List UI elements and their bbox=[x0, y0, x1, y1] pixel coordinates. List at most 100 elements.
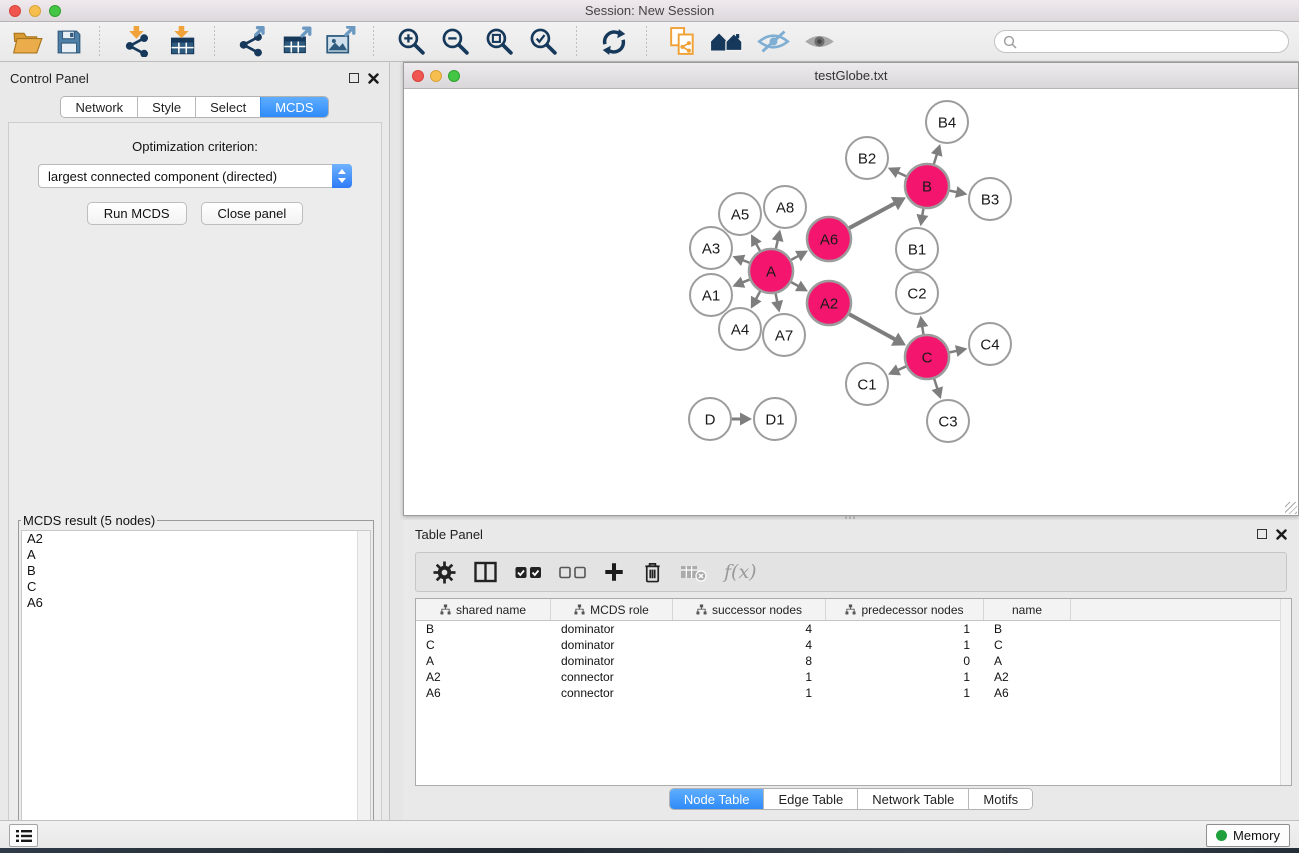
table-cell[interactable]: 0 bbox=[826, 654, 984, 668]
tab-motifs[interactable]: Motifs bbox=[968, 789, 1032, 809]
function-builder-icon[interactable]: f(x) bbox=[724, 561, 757, 583]
zoom-window-button[interactable] bbox=[49, 5, 61, 17]
delete-column-icon[interactable] bbox=[642, 561, 663, 584]
run-mcds-button[interactable]: Run MCDS bbox=[87, 202, 187, 225]
table-cell[interactable]: 8 bbox=[673, 654, 826, 668]
column-header-MCDS-role[interactable]: MCDS role bbox=[551, 599, 673, 620]
delete-table-icon[interactable] bbox=[680, 562, 707, 582]
graph-edge-A2-C[interactable] bbox=[849, 314, 896, 340]
table-cell[interactable]: connector bbox=[551, 686, 673, 700]
table-cell[interactable]: 1 bbox=[826, 638, 984, 652]
settings-gear-icon[interactable] bbox=[433, 561, 456, 584]
split-divider-grip[interactable] bbox=[845, 516, 855, 519]
window-resize-grip[interactable] bbox=[1285, 502, 1297, 514]
table-cell[interactable]: A bbox=[416, 654, 551, 668]
search-field[interactable] bbox=[994, 30, 1289, 53]
table-cell[interactable]: A6 bbox=[416, 686, 551, 700]
search-input[interactable] bbox=[1022, 34, 1280, 50]
table-cell[interactable]: C bbox=[984, 638, 1071, 652]
table-cell[interactable]: 1 bbox=[826, 686, 984, 700]
table-row[interactable]: A2connector11A2 bbox=[416, 669, 1291, 685]
minimize-window-button[interactable] bbox=[29, 5, 41, 17]
zoom-selected-icon[interactable] bbox=[528, 26, 559, 57]
close-window-button[interactable] bbox=[9, 5, 21, 17]
close-panel-button[interactable]: Close panel bbox=[201, 202, 304, 225]
table-row[interactable]: A6connector11A6 bbox=[416, 685, 1291, 701]
result-scrollbar[interactable] bbox=[357, 531, 370, 849]
mcds-result-list[interactable]: A2ABCA6 bbox=[21, 530, 371, 850]
close-panel-icon[interactable] bbox=[368, 73, 379, 84]
network-graph[interactable]: B4B2BB3A5A8A6B1A3AC2A1A2A4A7C4CC1DD1C3 bbox=[404, 90, 1298, 515]
tab-mcds[interactable]: MCDS bbox=[260, 97, 327, 117]
table-cell[interactable]: A6 bbox=[984, 686, 1071, 700]
table-cell[interactable]: dominator bbox=[551, 622, 673, 636]
column-header-shared-name[interactable]: shared name bbox=[416, 599, 551, 620]
table-cell[interactable]: 1 bbox=[826, 622, 984, 636]
mcds-result-item[interactable]: A2 bbox=[22, 531, 370, 547]
zoom-out-icon[interactable] bbox=[440, 26, 471, 57]
close-panel-icon[interactable] bbox=[1276, 529, 1287, 540]
refresh-icon[interactable] bbox=[599, 27, 629, 57]
save-session-icon[interactable] bbox=[56, 29, 82, 55]
open-session-icon[interactable] bbox=[13, 29, 43, 55]
mcds-result-item[interactable]: A bbox=[22, 547, 370, 563]
tab-edge-table[interactable]: Edge Table bbox=[763, 789, 857, 809]
table-cell[interactable]: connector bbox=[551, 670, 673, 684]
graph-edge-A6-B[interactable] bbox=[849, 203, 896, 228]
table-row[interactable]: Bdominator41B bbox=[416, 621, 1291, 637]
task-history-button[interactable] bbox=[9, 824, 38, 847]
table-cell[interactable]: A bbox=[984, 654, 1071, 668]
table-cell[interactable]: A2 bbox=[416, 670, 551, 684]
table-cell[interactable]: B bbox=[416, 622, 551, 636]
tab-select[interactable]: Select bbox=[195, 97, 260, 117]
table-cell[interactable]: dominator bbox=[551, 638, 673, 652]
column-header-name[interactable]: name bbox=[984, 599, 1071, 620]
show-all-icon[interactable] bbox=[803, 29, 836, 54]
select-all-icon[interactable] bbox=[515, 566, 542, 579]
mcds-result-item[interactable]: B bbox=[22, 563, 370, 579]
network-minimize-button[interactable] bbox=[430, 70, 442, 82]
network-window-titlebar[interactable]: testGlobe.txt bbox=[404, 63, 1298, 89]
table-cell[interactable]: 1 bbox=[826, 670, 984, 684]
deselect-all-icon[interactable] bbox=[559, 566, 586, 579]
table-cell[interactable]: 1 bbox=[673, 670, 826, 684]
duplicate-network-icon[interactable] bbox=[669, 26, 697, 57]
tab-style[interactable]: Style bbox=[137, 97, 195, 117]
network-canvas[interactable]: B4B2BB3A5A8A6B1A3AC2A1A2A4A7C4CC1DD1C3 bbox=[404, 90, 1298, 515]
table-scrollbar[interactable] bbox=[1280, 599, 1291, 785]
network-close-button[interactable] bbox=[412, 70, 424, 82]
mcds-result-item[interactable]: A6 bbox=[22, 595, 370, 611]
network-zoom-button[interactable] bbox=[448, 70, 460, 82]
zoom-in-icon[interactable] bbox=[396, 26, 427, 57]
mcds-result-item[interactable]: C bbox=[22, 579, 370, 595]
column-header-successor-nodes[interactable]: successor nodes bbox=[673, 599, 826, 620]
tab-network-table[interactable]: Network Table bbox=[857, 789, 968, 809]
table-cell[interactable]: dominator bbox=[551, 654, 673, 668]
export-image-icon[interactable] bbox=[325, 26, 356, 57]
table-cell[interactable]: B bbox=[984, 622, 1071, 636]
memory-button[interactable]: Memory bbox=[1206, 824, 1290, 847]
add-column-icon[interactable] bbox=[603, 561, 625, 583]
import-network-icon[interactable] bbox=[122, 26, 153, 57]
table-cell[interactable]: 4 bbox=[673, 622, 826, 636]
export-network-icon[interactable] bbox=[237, 26, 268, 57]
table-cell[interactable]: A2 bbox=[984, 670, 1071, 684]
zoom-fit-icon[interactable] bbox=[484, 26, 515, 57]
float-panel-icon[interactable] bbox=[349, 73, 359, 83]
criterion-dropdown[interactable]: largest connected component (directed) bbox=[38, 164, 352, 188]
tab-network[interactable]: Network bbox=[61, 97, 137, 117]
table-row[interactable]: Cdominator41C bbox=[416, 637, 1291, 653]
table-cell[interactable]: 4 bbox=[673, 638, 826, 652]
tab-node-table[interactable]: Node Table bbox=[670, 789, 764, 809]
node-table[interactable]: shared nameMCDS rolesuccessor nodesprede… bbox=[415, 598, 1292, 786]
hide-selected-icon[interactable] bbox=[757, 29, 790, 54]
table-row[interactable]: Adominator80A bbox=[416, 653, 1291, 669]
table-cell[interactable]: 1 bbox=[673, 686, 826, 700]
float-panel-icon[interactable] bbox=[1257, 529, 1267, 539]
export-table-icon[interactable] bbox=[281, 26, 312, 57]
table-cell[interactable]: C bbox=[416, 638, 551, 652]
column-header-predecessor-nodes[interactable]: predecessor nodes bbox=[826, 599, 984, 620]
split-view-icon[interactable] bbox=[473, 561, 498, 583]
first-neighbors-icon[interactable] bbox=[710, 28, 744, 55]
import-table-icon[interactable] bbox=[166, 26, 197, 57]
